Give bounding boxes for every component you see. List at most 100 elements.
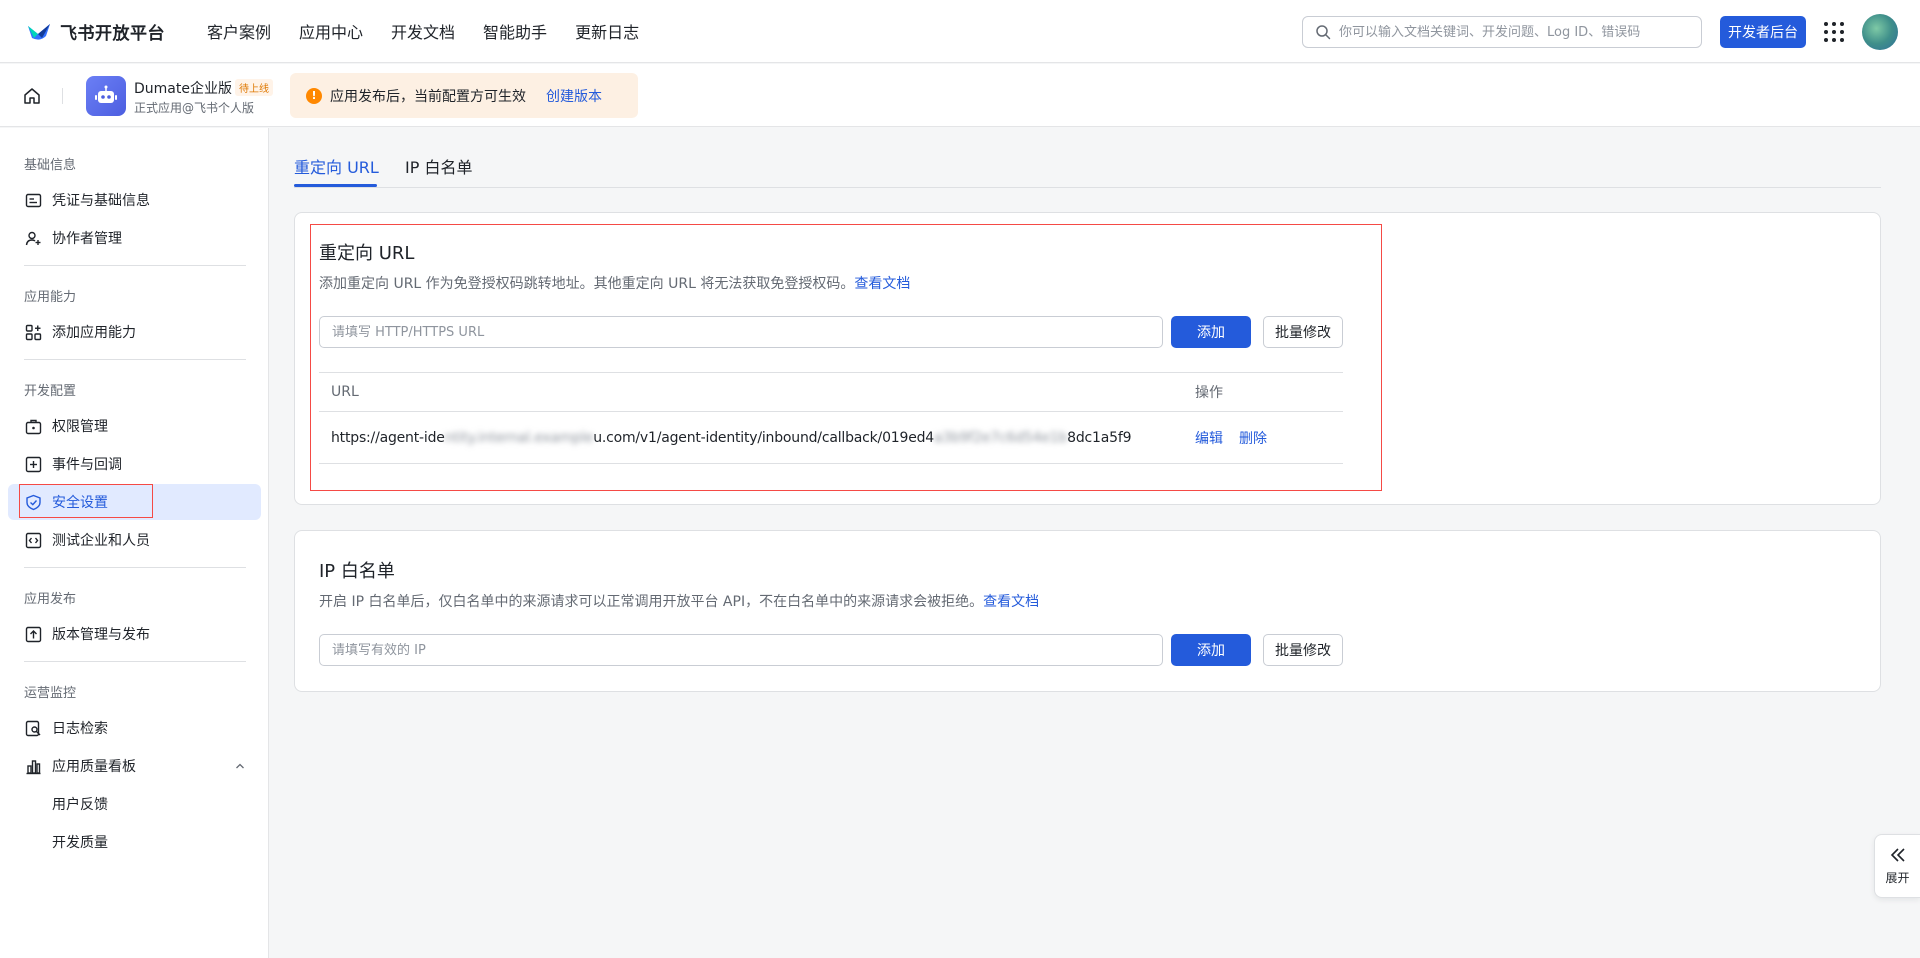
notice-text: 应用发布后，当前配置方可生效 [330, 88, 526, 105]
divider [24, 567, 246, 568]
upload-box-icon [25, 626, 42, 642]
batch-edit-ip-button[interactable]: 批量修改 [1263, 634, 1343, 666]
user-add-icon [25, 231, 41, 245]
app-avatar [86, 76, 126, 116]
divider [24, 265, 246, 266]
user-avatar[interactable] [1862, 14, 1898, 50]
warning-icon: ! [306, 87, 322, 104]
status-badge: 待上线 [235, 79, 273, 96]
sidebar-item-label: 日志检索 [52, 721, 108, 737]
divider [24, 661, 246, 662]
redirect-url-field[interactable] [319, 316, 1163, 348]
log-search-icon [25, 720, 41, 736]
view-docs-link[interactable]: 查看文档 [854, 276, 910, 292]
sidebar-item-log-search[interactable]: 日志检索 [8, 710, 261, 746]
ip-field[interactable] [319, 634, 1163, 666]
sidebar-group-title: 应用发布 [24, 592, 77, 607]
section-title: 重定向 URL [319, 243, 415, 264]
tab-redirect-url[interactable]: 重定向 URL [294, 154, 379, 178]
sidebar-item-label: 凭证与基础信息 [52, 193, 150, 209]
sidebar-item-add-capability[interactable]: 添加应用能力 [8, 314, 261, 350]
expand-panel-button[interactable]: 展开 [1874, 834, 1920, 898]
sidebar-item-versions[interactable]: 版本管理与发布 [8, 616, 261, 652]
ip-input[interactable] [332, 642, 1150, 658]
sidebar-group-title: 基础信息 [24, 158, 77, 173]
bar-chart-icon [26, 759, 41, 774]
search-box[interactable] [1302, 16, 1702, 48]
sidebar-item-permissions[interactable]: 权限管理 [8, 408, 261, 444]
sidebar: 基础信息 凭证与基础信息 协作者管理 应用能力 添加应用能力 开发配置 权限管理… [0, 128, 269, 958]
section-description: 开启 IP 白名单后，仅白名单中的来源请求可以正常调用开放平台 API，不在白名… [319, 591, 1039, 611]
table-header: URL 操作 [319, 372, 1343, 412]
sidebar-group-title: 应用能力 [24, 290, 77, 305]
double-chevron-left-icon [1890, 848, 1905, 862]
nav-changelog[interactable]: 更新日志 [575, 19, 639, 43]
sidebar-group-title: 开发配置 [24, 384, 77, 399]
batch-edit-url-button[interactable]: 批量修改 [1263, 316, 1343, 348]
edit-link[interactable]: 编辑 [1195, 428, 1223, 448]
sidebar-group-title: 运营监控 [24, 686, 77, 701]
grid-add-icon [25, 324, 42, 340]
section-description: 添加重定向 URL 作为免登授权码跳转地址。其他重定向 URL 将无法获取免登授… [319, 273, 910, 293]
tab-ip-whitelist[interactable]: IP 白名单 [405, 154, 472, 178]
tab-bar: 重定向 URL IP 白名单 [294, 148, 1881, 188]
search-icon [1316, 25, 1331, 40]
sidebar-item-collaborators[interactable]: 协作者管理 [8, 220, 261, 256]
sidebar-item-events[interactable]: 事件与回调 [8, 446, 261, 482]
chevron-up-icon[interactable] [235, 761, 245, 771]
sidebar-item-label: 测试企业和人员 [52, 533, 150, 549]
description-text: 开启 IP 白名单后，仅白名单中的来源请求可以正常调用开放平台 API，不在白名… [319, 594, 984, 610]
home-icon[interactable] [22, 86, 42, 106]
redirect-url-table: URL 操作 https://agent-identity.internal.e… [319, 372, 1343, 464]
dev-console-button[interactable]: 开发者后台 [1720, 16, 1806, 48]
sidebar-item-test-tenants[interactable]: 测试企业和人员 [8, 522, 261, 558]
main-nav: 客户案例 应用中心 开发文档 智能助手 更新日志 [207, 19, 667, 43]
column-header-url: URL [331, 384, 359, 400]
column-header-actions: 操作 [1195, 385, 1223, 401]
code-box-icon [25, 532, 42, 548]
publish-notice: ! 应用发布后，当前配置方可生效 创建版本 [290, 73, 638, 118]
add-ip-button[interactable]: 添加 [1171, 634, 1251, 666]
brand-name: 飞书开放平台 [60, 23, 165, 44]
app-subtitle: 正式应用@飞书个人版 [134, 101, 255, 115]
delete-link[interactable]: 删除 [1239, 428, 1267, 448]
url-redacted: ntity.internal.example [444, 429, 594, 446]
sidebar-item-label: 事件与回调 [52, 457, 122, 473]
nav-customer-cases[interactable]: 客户案例 [207, 19, 271, 43]
sidebar-item-label: 版本管理与发布 [52, 627, 150, 643]
sidebar-item-quality-board[interactable]: 应用质量看板 [8, 748, 261, 784]
search-input[interactable] [1339, 24, 1701, 40]
sidebar-item-label: 添加应用能力 [52, 325, 136, 341]
app-header-bar: Dumate企业版 待上线 正式应用@飞书个人版 ! 应用发布后，当前配置方可生… [0, 64, 1920, 127]
event-icon [25, 456, 42, 472]
sidebar-item-user-feedback[interactable]: 用户反馈 [8, 786, 261, 822]
redirect-url-value: https://agent-identity.internal.exampleu… [331, 430, 1131, 446]
feishu-logo-icon [28, 24, 50, 40]
url-part: 8dc1a5f9 [1067, 429, 1132, 446]
add-url-button[interactable]: 添加 [1171, 316, 1251, 348]
sidebar-item-label: 用户反馈 [52, 797, 108, 813]
sidebar-item-security[interactable]: 安全设置 [8, 484, 261, 520]
redirect-url-input[interactable] [332, 324, 1150, 340]
app-grid-icon[interactable] [1824, 22, 1844, 42]
sidebar-item-credentials[interactable]: 凭证与基础信息 [8, 182, 261, 218]
url-part: https://agent-ide [331, 429, 445, 446]
sidebar-item-label: 应用质量看板 [52, 759, 136, 775]
tab-active-indicator [294, 184, 377, 187]
sidebar-item-label: 安全设置 [52, 495, 108, 511]
ip-whitelist-card [294, 530, 1881, 692]
description-text: 添加重定向 URL 作为免登授权码跳转地址。其他重定向 URL 将无法获取免登授… [319, 276, 855, 292]
view-docs-link[interactable]: 查看文档 [983, 594, 1039, 610]
sidebar-item-dev-quality[interactable]: 开发质量 [8, 824, 261, 860]
nav-smart-assistant[interactable]: 智能助手 [483, 19, 547, 43]
sidebar-item-label: 开发质量 [52, 835, 108, 851]
expand-label: 展开 [1885, 871, 1910, 885]
sidebar-item-label: 权限管理 [52, 419, 108, 435]
shield-icon [26, 494, 41, 510]
logo[interactable]: 飞书开放平台 [26, 19, 165, 44]
robot-icon [95, 85, 117, 103]
nav-dev-docs[interactable]: 开发文档 [391, 19, 455, 43]
url-redacted: a3b9f2e7c6d54e1b [934, 429, 1068, 446]
nav-app-center[interactable]: 应用中心 [299, 19, 363, 43]
create-version-link[interactable]: 创建版本 [546, 86, 602, 106]
